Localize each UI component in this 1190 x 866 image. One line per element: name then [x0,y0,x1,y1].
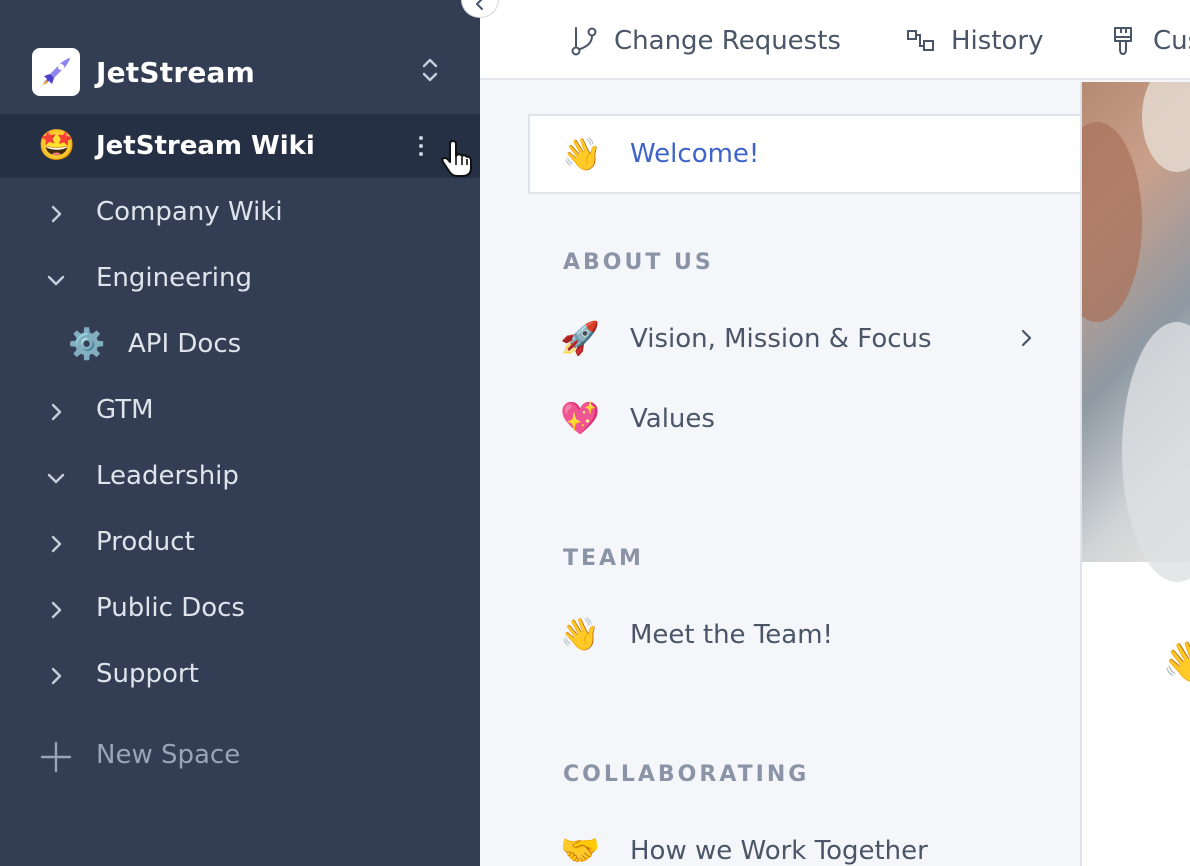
tab-label: Change Requests [614,26,841,56]
star-struck-emoji-icon: 🤩 [38,128,76,163]
page-item-how-we-work-together[interactable]: 🤝 How we Work Together [560,826,1050,866]
waving-hand-emoji-icon: 👋 [1162,638,1190,685]
org-name: JetStream [96,55,256,89]
chevron-right-icon[interactable] [44,400,68,424]
page-item-welcome[interactable]: 👋 Welcome! [528,114,1080,194]
chevron-right-icon[interactable] [44,202,68,226]
sidebar: JetStream 🤩 JetStream Wiki Company Wiki … [0,0,480,866]
page-list: 👋 Welcome! ABOUT US 🚀 Vision, Mission & … [480,82,1080,866]
history-icon [907,30,934,51]
page-item-label: Vision, Mission & Focus [630,324,932,354]
new-space-label: New Space [96,740,241,770]
page-item-label: How we Work Together [630,836,928,866]
sidebar-item-leadership[interactable]: Leadership [0,444,480,508]
sidebar-item-label: GTM [96,395,154,425]
space-item-jetstream-wiki[interactable]: 🤩 JetStream Wiki [0,114,480,178]
tab-label: History [951,26,1044,56]
more-options-icon[interactable] [416,134,426,162]
space-label: JetStream Wiki [96,131,315,161]
page-item-label: Meet the Team! [630,620,833,650]
chevron-down-icon[interactable] [44,466,68,490]
page-item-label: Values [630,404,715,434]
chevron-right-icon[interactable] [44,532,68,556]
sidebar-item-label: Engineering [96,263,252,293]
section-title-collaborating: COLLABORATING [563,762,810,787]
chevron-right-icon[interactable] [44,664,68,688]
cover-image [1082,82,1190,582]
sidebar-item-label: API Docs [128,329,242,359]
sidebar-item-label: Product [96,527,195,557]
sidebar-item-support[interactable]: Support [0,642,480,706]
plus-icon [40,741,72,773]
waving-hand-emoji-icon: 👋 [560,615,600,653]
chevron-down-icon[interactable] [44,268,68,292]
sidebar-item-label: Support [96,659,199,689]
sidebar-item-label: Public Docs [96,593,245,623]
gear-icon: ⚙️ [68,327,106,362]
sidebar-item-gtm[interactable]: GTM [0,378,480,442]
chevron-right-icon[interactable] [1016,328,1036,348]
sidebar-item-label: Company Wiki [96,197,283,227]
tab-change-requests[interactable]: Change Requests [568,22,841,60]
sidebar-item-engineering[interactable]: Engineering [0,246,480,310]
section-title-about-us: ABOUT US [563,250,714,275]
chevron-left-icon [476,0,483,10]
sidebar-item-public-docs[interactable]: Public Docs [0,576,480,640]
hand-cursor-icon [440,140,474,182]
sidebar-item-api-docs[interactable]: ⚙️ API Docs [0,312,480,376]
new-space-button[interactable]: New Space [0,726,480,786]
chevron-right-icon[interactable] [44,598,68,622]
tab-label: Cus [1153,26,1190,56]
sidebar-item-product[interactable]: Product [0,510,480,574]
sidebar-item-label: Leadership [96,461,239,491]
branch-icon [571,27,597,56]
tab-customize[interactable]: Cus [1107,22,1190,60]
sidebar-item-company-wiki[interactable]: Company Wiki [0,180,480,244]
page-item-vision-mission-focus[interactable]: 🚀 Vision, Mission & Focus [560,314,1050,364]
org-switcher[interactable]: JetStream [32,48,442,96]
rocket-emoji-icon: 🚀 [560,319,600,357]
top-bar: Change Requests History Cus [480,0,1190,80]
rocket-logo-icon [32,48,80,96]
page-item-label: Welcome! [630,139,760,169]
page-item-meet-the-team[interactable]: 👋 Meet the Team! [560,610,1050,660]
chevron-up-down-icon[interactable] [420,57,440,87]
brush-icon [1114,27,1132,55]
handshake-emoji-icon: 🤝 [560,831,600,866]
waving-hand-emoji-icon: 👋 [562,135,602,173]
sparkling-heart-emoji-icon: 💖 [560,399,600,437]
page-preview: 👋 [1080,82,1190,866]
page-item-values[interactable]: 💖 Values [560,394,1050,444]
tab-history[interactable]: History [905,22,1044,60]
section-title-team: TEAM [563,546,644,571]
